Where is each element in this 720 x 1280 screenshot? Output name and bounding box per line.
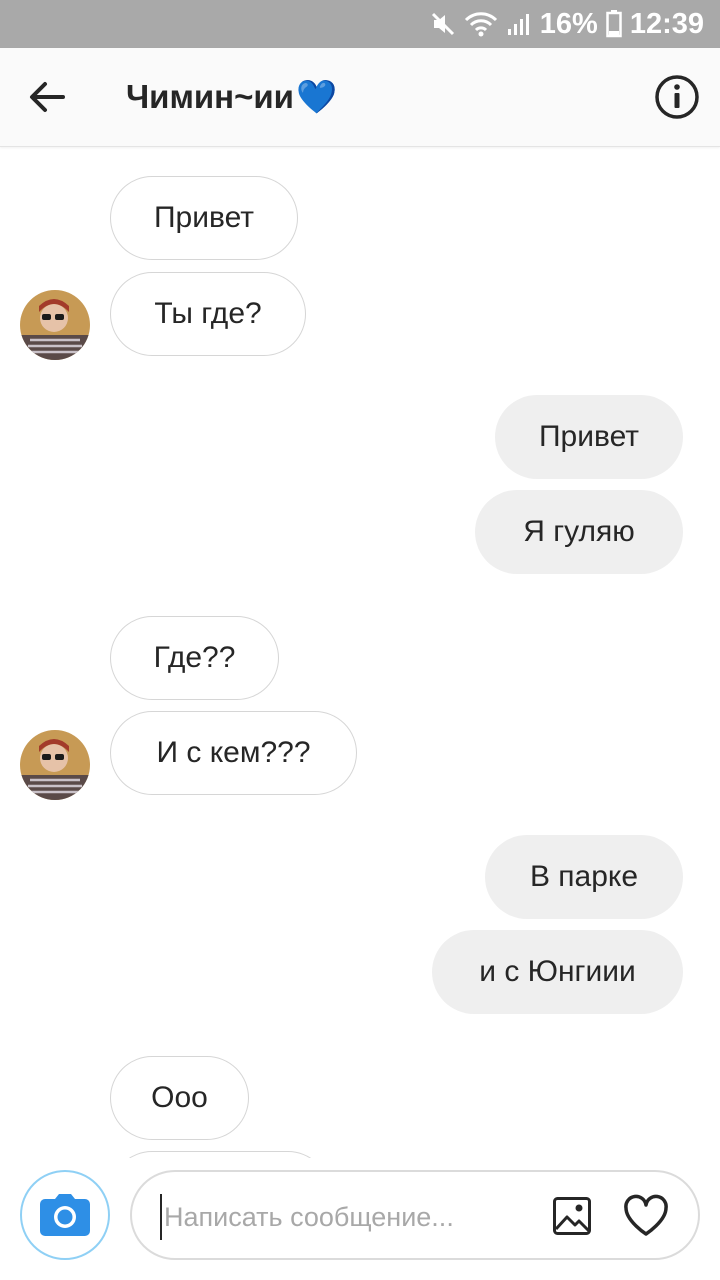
message-bubble-incoming[interactable]: Привет bbox=[110, 176, 298, 260]
message-bubble-outgoing[interactable]: Привет bbox=[495, 395, 683, 479]
message-bubble-incoming[interactable]: Где?? bbox=[110, 616, 279, 700]
mute-icon bbox=[430, 11, 456, 37]
message-bubble-incoming[interactable]: И с кем??? bbox=[110, 711, 357, 795]
avatar-image bbox=[20, 730, 90, 800]
message-text: В парке bbox=[529, 860, 639, 893]
message-text: И с кем??? bbox=[156, 736, 311, 769]
info-icon bbox=[655, 75, 699, 119]
chat-title[interactable]: Чимин~ии 💙 bbox=[126, 72, 337, 122]
message-bubble-outgoing[interactable]: и с Юнгиии bbox=[432, 930, 683, 1014]
signal-icon bbox=[506, 11, 532, 37]
message-bubble-incoming[interactable]: Ты где? bbox=[110, 272, 306, 356]
avatar-image bbox=[20, 290, 90, 360]
message-input[interactable] bbox=[160, 1194, 526, 1240]
contact-avatar[interactable] bbox=[20, 290, 90, 360]
message-text: Ты где? bbox=[154, 297, 262, 330]
like-button[interactable] bbox=[622, 1192, 670, 1240]
gallery-icon bbox=[553, 1197, 591, 1235]
status-icons: 16% 12:39 bbox=[430, 0, 704, 48]
arrow-left-icon bbox=[30, 82, 65, 112]
message-text: Привет bbox=[153, 201, 255, 234]
message-text: и с Юнгиии bbox=[479, 955, 636, 988]
blue-heart-emoji: 💙 bbox=[295, 77, 338, 115]
message-bubble-outgoing[interactable]: В парке bbox=[485, 835, 683, 919]
camera-button[interactable] bbox=[20, 1170, 110, 1260]
chat-header: Чимин~ии 💙 bbox=[0, 48, 720, 147]
info-button[interactable] bbox=[654, 74, 700, 120]
message-bubble-outgoing[interactable]: Я гуляю bbox=[475, 490, 683, 574]
back-button[interactable] bbox=[22, 72, 72, 122]
heart-icon bbox=[624, 1194, 668, 1236]
message-composer bbox=[130, 1170, 700, 1260]
battery-level: 16% bbox=[539, 7, 598, 40]
gallery-button[interactable] bbox=[552, 1196, 592, 1236]
status-bar: 16% 12:39 bbox=[0, 0, 720, 48]
clock: 12:39 bbox=[629, 7, 704, 40]
message-text: Ооо bbox=[151, 1081, 208, 1114]
wifi-icon bbox=[464, 11, 498, 37]
message-text: Я гуляю bbox=[523, 515, 635, 548]
battery-icon bbox=[606, 10, 622, 38]
contact-avatar[interactable] bbox=[20, 730, 90, 800]
contact-name: Чимин~ии bbox=[126, 78, 294, 115]
camera-icon bbox=[40, 1194, 90, 1236]
message-text: Привет bbox=[538, 420, 640, 453]
message-bubble-incoming[interactable]: Ооо bbox=[110, 1056, 249, 1140]
message-text: Где?? bbox=[153, 641, 236, 674]
